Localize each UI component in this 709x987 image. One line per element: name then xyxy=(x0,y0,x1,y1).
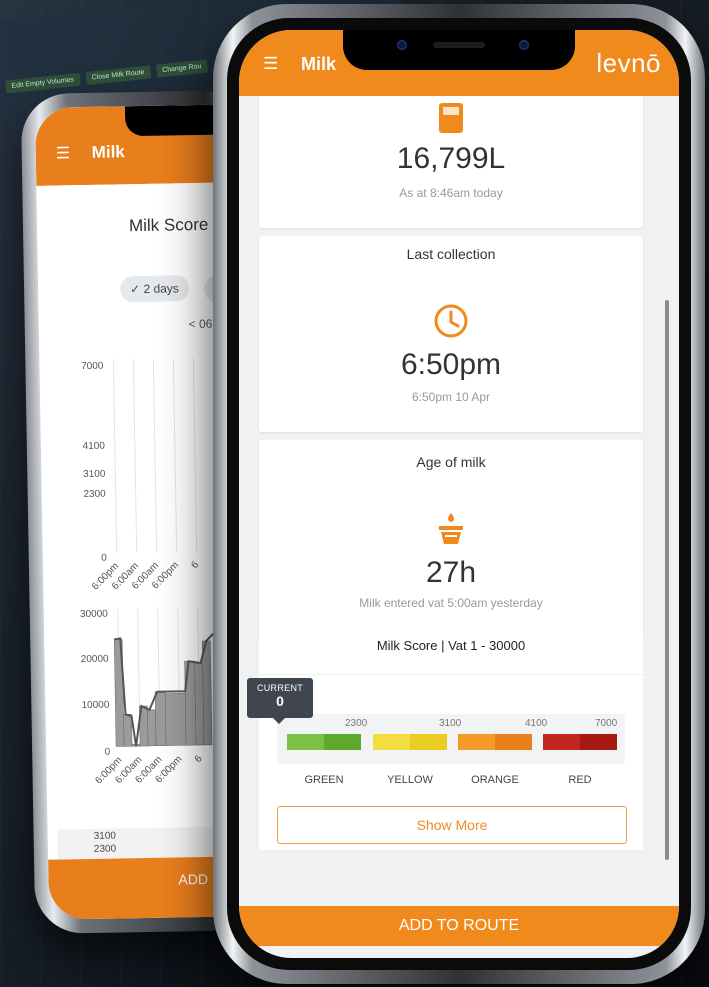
milk-score-title: Milk Score | Vat 1 - 30000 xyxy=(259,618,643,675)
sensor-icon xyxy=(397,40,407,50)
axis-tick-label: 10000 xyxy=(81,700,109,711)
background-table: 3100 2300 xyxy=(57,826,239,860)
speaker-grille xyxy=(433,42,485,48)
segment-orange xyxy=(458,734,532,750)
scale-tick: 4100 xyxy=(525,718,548,729)
x-axis-top: 6:00pm6:00am6:00am6:00pm 6 xyxy=(90,559,201,592)
camera-icon xyxy=(519,40,529,50)
card-title: Last collection xyxy=(406,246,496,262)
phone-notch xyxy=(343,30,575,70)
scrollbar[interactable] xyxy=(665,300,669,860)
bar xyxy=(202,640,213,746)
top-chart-axis: 7000 4100 3100 2300 0 xyxy=(81,361,107,564)
milk-drop-bowl-icon xyxy=(439,513,463,544)
axis-tick-label: 30000 xyxy=(80,609,108,620)
axis-tick-label: 6 xyxy=(193,753,205,765)
current-score-tooltip: CURRENT 0 xyxy=(247,678,313,724)
volume-timestamp: As at 8:46am today xyxy=(399,186,503,200)
clock-icon xyxy=(434,304,468,338)
current-label: CURRENT xyxy=(256,683,304,693)
segment-label: GREEN xyxy=(304,774,344,786)
age-of-milk-card: Age of milk 27h Milk entered vat 5:00am … xyxy=(259,440,643,636)
axis-tick-label: 2300 xyxy=(83,489,106,500)
segment-yellow xyxy=(373,734,447,750)
bar xyxy=(123,713,133,747)
back-add-button[interactable]: ADD xyxy=(178,871,208,888)
scale-tick: 2300 xyxy=(345,718,368,729)
collection-date: 6:50pm 10 Apr xyxy=(411,390,491,404)
volume-value: 16,799L xyxy=(396,142,506,175)
collection-time: 6:50pm xyxy=(400,348,502,381)
axis-tick-label: 7000 xyxy=(81,361,104,372)
bottom-chart-axis: 30000 20000 10000 0 xyxy=(80,609,111,758)
axis-tick-label: 20000 xyxy=(81,654,109,665)
menu-icon[interactable]: ☰ xyxy=(56,143,71,163)
footer-bar: ADD TO ROUTE xyxy=(239,906,679,946)
segment-label: ORANGE xyxy=(471,774,519,786)
scale-tick: 7000 xyxy=(595,718,618,729)
segment-red xyxy=(543,734,617,750)
bar xyxy=(113,639,125,747)
phone-screen: ☰ Milk levnō 16,799L As at 8:46am today xyxy=(239,30,679,958)
volume-card: 16,799L As at 8:46am today xyxy=(259,96,643,228)
current-value: 0 xyxy=(276,693,284,709)
segment-green xyxy=(287,734,361,750)
segment-label: YELLOW xyxy=(387,774,433,786)
axis-tick-label: 6 xyxy=(189,559,201,571)
scale-tick: 3100 xyxy=(439,718,462,729)
card-title: Age of milk xyxy=(416,454,486,470)
front-phone: ☰ Milk levnō 16,799L As at 8:46am today xyxy=(213,4,705,984)
chip-label: 2 days xyxy=(143,281,179,296)
bar xyxy=(147,709,157,747)
date-nav[interactable]: < 06 xyxy=(189,317,213,331)
axis-tick-label: 0 xyxy=(101,553,107,564)
last-collection-card: Last collection 6:50pm 6:50pm 10 Apr xyxy=(259,236,643,432)
bar xyxy=(154,691,167,747)
milk-age-detail: Milk entered vat 5:00am yesterday xyxy=(359,596,543,610)
milk-age-value: 27h xyxy=(425,556,477,589)
under-value: 2300 xyxy=(93,843,117,855)
milk-score-card: Milk Score | Vat 1 - 30000 2300 3100 410… xyxy=(247,618,643,850)
back-header-title: Milk xyxy=(91,142,125,162)
x-axis-bottom: 6:00pm6:00am6:00am6:00pm 6 xyxy=(93,753,205,786)
axis-tick-label: 0 xyxy=(105,747,111,758)
show-more-button[interactable]: Show More xyxy=(277,806,627,844)
app-header: ☰ Milk levnō xyxy=(239,30,679,96)
axis-tick-label: 4100 xyxy=(83,441,106,452)
range-chip-2days[interactable]: ✓ 2 days xyxy=(119,275,190,303)
segment-label: RED xyxy=(568,774,592,786)
add-to-route-button[interactable]: ADD TO ROUTE xyxy=(239,906,679,946)
bar xyxy=(164,693,187,746)
score-scale: 2300 3100 4100 7000 GREEN YELLOW ORANGE … xyxy=(277,714,625,786)
axis-tick-label: 3100 xyxy=(83,469,106,480)
milk-glass-icon xyxy=(439,103,463,133)
hamburger-menu-icon[interactable]: ☰ xyxy=(263,54,278,74)
app-title: Milk xyxy=(301,54,337,74)
modal-title: Milk Score xyxy=(128,214,209,236)
levno-logo: levnō xyxy=(596,48,661,78)
